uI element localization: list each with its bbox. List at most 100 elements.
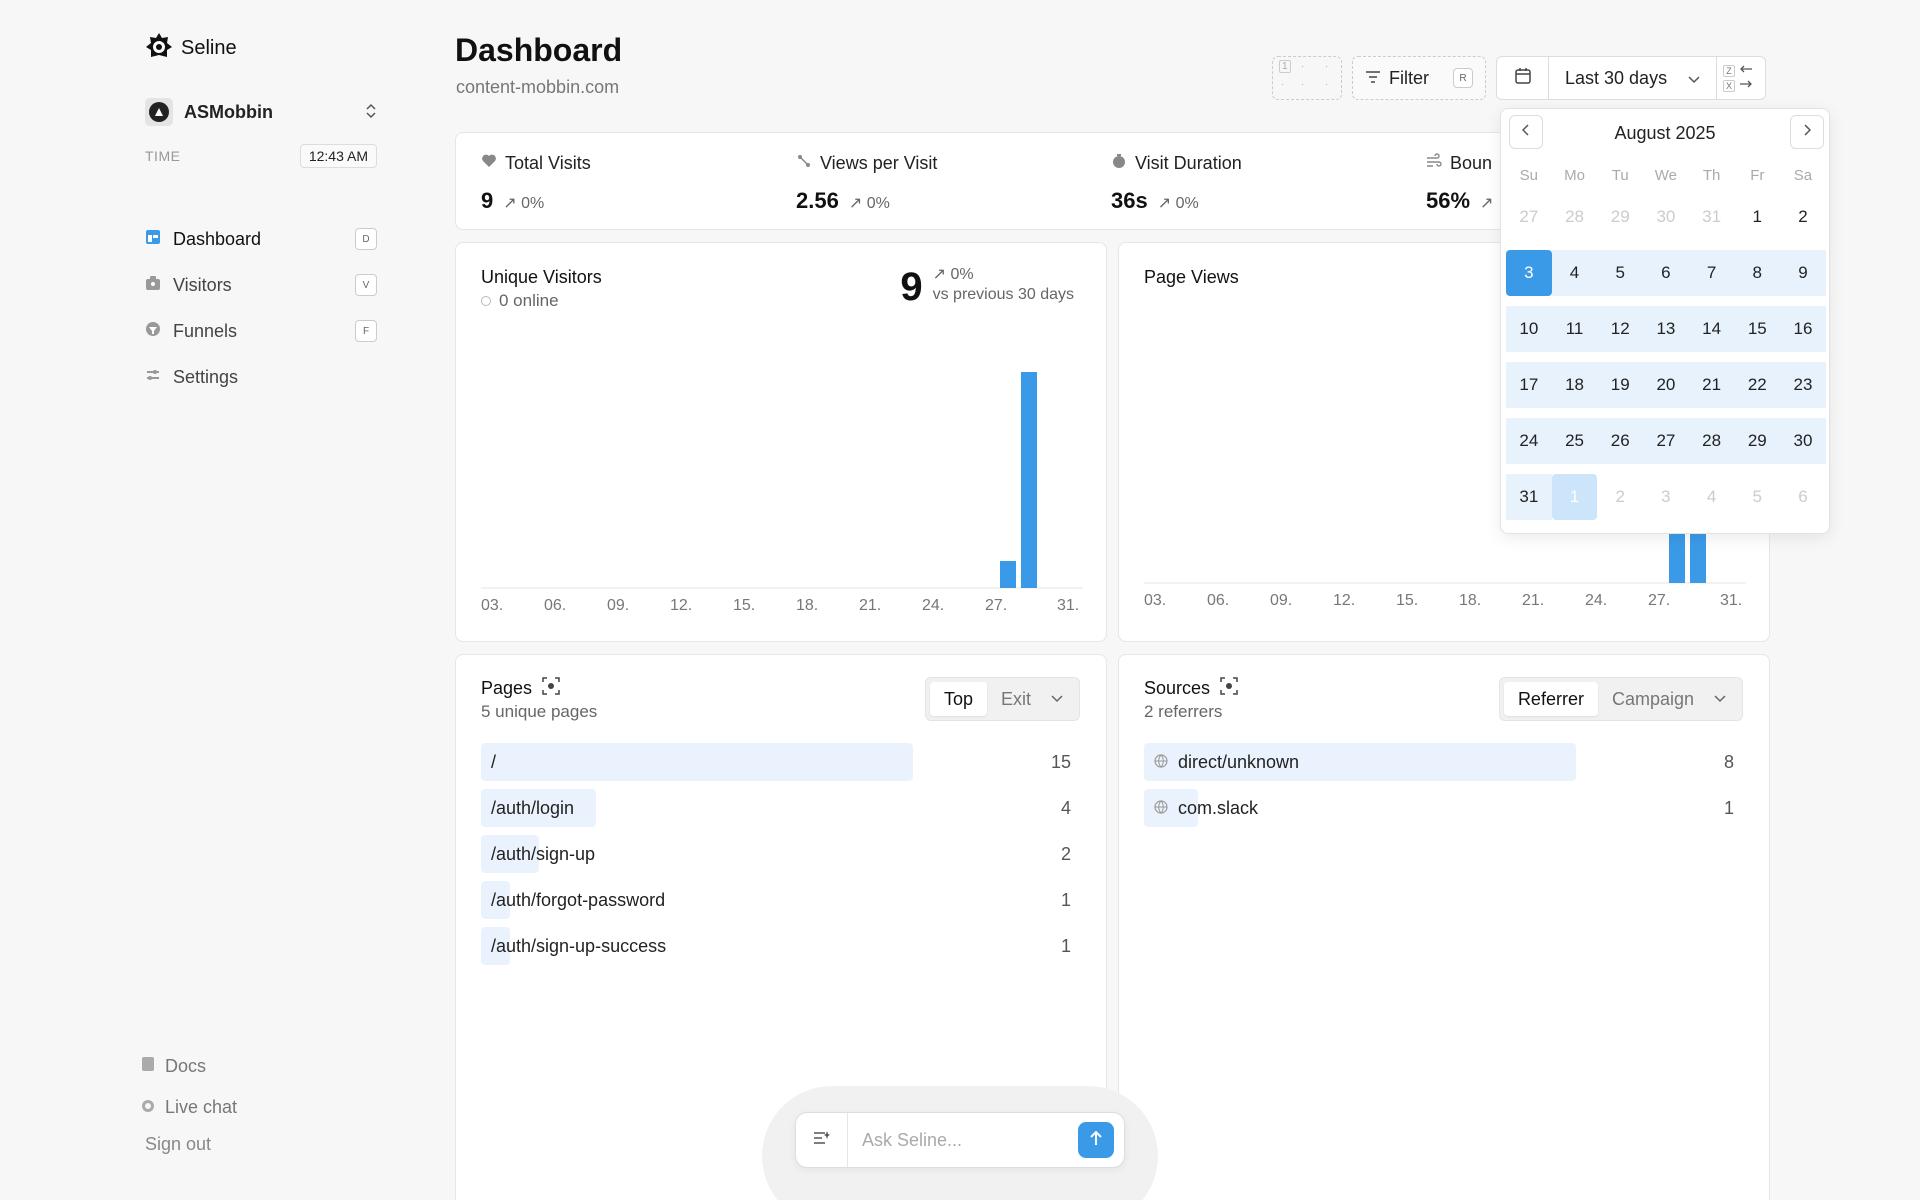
next-period-button[interactable]: X xyxy=(1723,79,1765,92)
focus-icon[interactable] xyxy=(1220,677,1238,700)
calendar-button[interactable] xyxy=(1497,57,1549,99)
row-label: com.slack xyxy=(1144,798,1258,819)
x-tick-label: 31. xyxy=(1720,592,1742,609)
calendar-day[interactable]: 5 xyxy=(1597,250,1644,296)
calendar-day[interactable]: 21 xyxy=(1688,362,1735,408)
calendar-day[interactable]: 27 xyxy=(1643,418,1689,464)
calendar-day[interactable]: 10 xyxy=(1506,306,1552,352)
calendar-day[interactable]: 29 xyxy=(1597,194,1643,240)
filter-button[interactable]: Filter R xyxy=(1352,56,1486,100)
calendar-day[interactable]: 1 xyxy=(1734,194,1780,240)
chart-bar[interactable] xyxy=(1021,372,1037,588)
next-month-button[interactable] xyxy=(1790,115,1824,149)
calendar-day[interactable]: 24 xyxy=(1506,418,1552,464)
tab-exit[interactable]: Exit xyxy=(987,682,1045,716)
calendar-day[interactable]: 20 xyxy=(1643,362,1689,408)
calendar-day[interactable]: 15 xyxy=(1734,306,1781,352)
calendar-day[interactable]: 18 xyxy=(1551,362,1598,408)
calendar-day[interactable]: 22 xyxy=(1734,362,1781,408)
calendar-day[interactable]: 31 xyxy=(1689,194,1735,240)
filter-icon xyxy=(1365,68,1381,89)
tab-referrer[interactable]: Referrer xyxy=(1503,682,1598,716)
calendar-day[interactable]: 28 xyxy=(1688,418,1735,464)
stat-views-per-visit[interactable]: Views per Visit 2.56 ↗ 0% xyxy=(796,153,937,214)
tab-campaign[interactable]: Campaign xyxy=(1598,682,1708,716)
calendar-day[interactable]: 26 xyxy=(1597,418,1644,464)
calendar-day[interactable]: 30 xyxy=(1643,194,1689,240)
project-switcher[interactable]: ASMobbin xyxy=(145,98,377,126)
dashboard-icon xyxy=(145,229,173,250)
calendar-day[interactable]: 8 xyxy=(1734,250,1781,296)
row-label: /auth/forgot-password xyxy=(491,889,666,910)
book-icon xyxy=(141,1056,155,1077)
sidebar-footer: Docs Live chat xyxy=(141,1046,237,1128)
calendar-day[interactable]: 31 xyxy=(1506,474,1552,520)
ask-input[interactable] xyxy=(862,1129,1062,1151)
list-item[interactable]: com.slack 1 xyxy=(1144,789,1744,827)
calendar-day[interactable]: 27 xyxy=(1506,194,1552,240)
date-range-select[interactable]: Last 30 days xyxy=(1549,57,1717,99)
sidebar-item-funnels[interactable]: Funnels F xyxy=(145,308,377,354)
sidebar-item-settings[interactable]: Settings xyxy=(145,354,377,400)
stat-value: 9 xyxy=(481,188,494,213)
calendar-day[interactable]: 17 xyxy=(1506,362,1552,408)
list-item[interactable]: /auth/forgot-password 1 xyxy=(481,881,1081,919)
docs-link[interactable]: Docs xyxy=(141,1046,237,1087)
calendar-day[interactable]: 13 xyxy=(1643,306,1689,352)
calendar-day[interactable]: 11 xyxy=(1551,306,1598,352)
calendar-day[interactable]: 16 xyxy=(1780,306,1826,352)
comparison-digit: 1 xyxy=(1279,60,1291,73)
calendar-day[interactable]: 30 xyxy=(1780,418,1826,464)
comparison-slot[interactable]: 1 · · · · · xyxy=(1272,56,1342,100)
calendar-day[interactable]: 2 xyxy=(1780,194,1826,240)
sidebar-item-visitors[interactable]: Visitors V xyxy=(145,262,377,308)
chart-bar[interactable] xyxy=(1000,561,1016,588)
x-tick-label: 21. xyxy=(1522,592,1544,609)
calendar-day[interactable]: 25 xyxy=(1551,418,1598,464)
sidebar-item-label: Dashboard xyxy=(173,228,262,249)
calendar-day[interactable]: 4 xyxy=(1551,250,1598,296)
sign-out-link[interactable]: Sign out xyxy=(145,1134,211,1155)
list-item[interactable]: /auth/sign-up 2 xyxy=(481,835,1081,873)
list-item[interactable]: / 15 xyxy=(481,743,1081,781)
calendar-grid: Su Mo Tu We Th Fr Sa 27 28 29 30 31 1 2 3 4 5 6 7 8 9 10 11 12 1… xyxy=(1506,167,1826,520)
brand[interactable]: Seline xyxy=(143,30,237,67)
stat-visit-duration[interactable]: Visit Duration 36s ↗ 0% xyxy=(1111,153,1242,214)
calendar-day[interactable]: 19 xyxy=(1597,362,1644,408)
calendar-day[interactable]: 14 xyxy=(1688,306,1735,352)
unique-visitors-chart[interactable]: 03. 06. 09. 12. 15. 18. 21. 24. 27. 31. xyxy=(456,243,1108,643)
weekday-header: Su Mo Tu We Th Fr Sa xyxy=(1506,167,1826,184)
chevron-down-icon[interactable] xyxy=(1708,690,1738,708)
calendar-day[interactable]: 28 xyxy=(1552,194,1598,240)
focus-icon[interactable] xyxy=(542,677,560,700)
calendar-day[interactable]: 6 xyxy=(1643,250,1689,296)
calendar-day[interactable]: 5 xyxy=(1734,474,1780,520)
chevron-down-icon[interactable] xyxy=(1045,690,1075,708)
send-button[interactable] xyxy=(1078,1122,1114,1158)
calendar-day[interactable]: 3 xyxy=(1643,474,1689,520)
x-tick-label: 24. xyxy=(922,597,944,614)
calendar-day[interactable]: 7 xyxy=(1688,250,1735,296)
calendar-week: 24 25 26 27 28 29 30 xyxy=(1506,418,1826,464)
list-item[interactable]: direct/unknown 8 xyxy=(1144,743,1744,781)
previous-month-button[interactable] xyxy=(1509,115,1543,149)
calendar-day[interactable]: 2 xyxy=(1597,474,1643,520)
calendar-day[interactable]: 4 xyxy=(1689,474,1735,520)
calendar-day[interactable]: 1 xyxy=(1551,474,1598,520)
sources-subtitle: 2 referrers xyxy=(1144,702,1223,721)
sidebar-item-dashboard[interactable]: Dashboard D xyxy=(145,216,377,262)
list-item[interactable]: /auth/login 4 xyxy=(481,789,1081,827)
tab-top[interactable]: Top xyxy=(929,682,987,716)
calendar-day[interactable]: 3 xyxy=(1506,250,1552,296)
previous-period-button[interactable]: Z xyxy=(1723,64,1765,77)
stat-total-visits[interactable]: Total Visits 9 ↗ 0% xyxy=(481,153,591,214)
calendar-day[interactable]: 9 xyxy=(1780,250,1826,296)
calendar-day[interactable]: 23 xyxy=(1780,362,1826,408)
ask-options-button[interactable] xyxy=(796,1113,848,1167)
calendar-day[interactable]: 29 xyxy=(1734,418,1781,464)
live-chat-link[interactable]: Live chat xyxy=(141,1087,237,1128)
calendar-day[interactable]: 12 xyxy=(1597,306,1644,352)
calendar-day[interactable]: 6 xyxy=(1780,474,1826,520)
list-item[interactable]: /auth/sign-up-success 1 xyxy=(481,927,1081,965)
stat-bounce-rate[interactable]: Boun 56% ↗ xyxy=(1426,153,1493,214)
